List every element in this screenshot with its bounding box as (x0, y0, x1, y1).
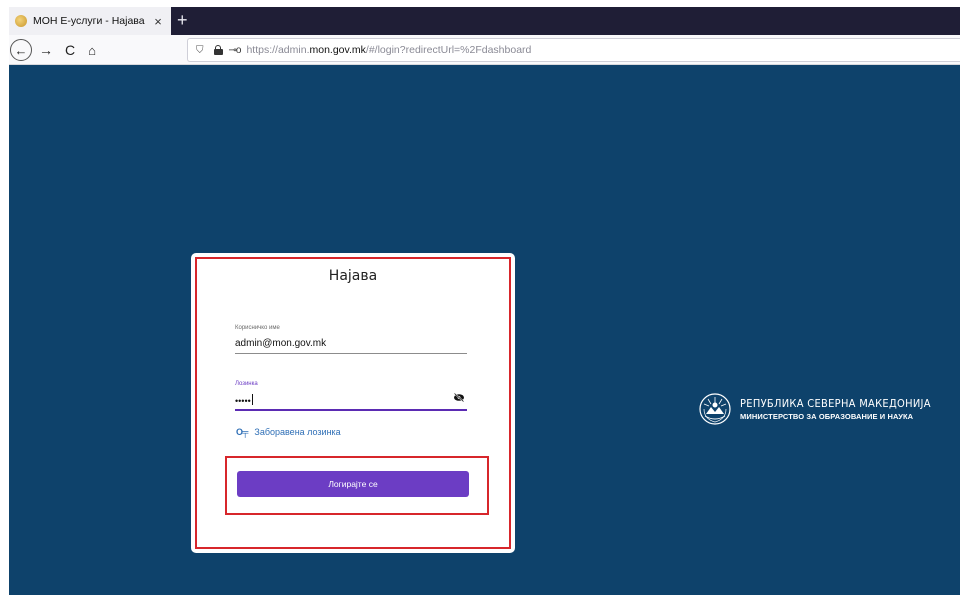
country-name: РЕПУБЛИКА СЕВЕРНА МАКЕДОНИЈА (740, 397, 931, 410)
browser-window: МОН Е-услуги - Најава × + ← → C ⌂ ⛉ ⊸o h… (9, 7, 960, 595)
username-underline (235, 353, 467, 354)
login-button[interactable]: Логирајте се (237, 471, 469, 497)
favicon-icon (15, 15, 27, 27)
page-content: Најава Корисничко име admin@mon.gov.mk Л… (9, 65, 960, 595)
browser-tab[interactable]: МОН Е-услуги - Најава × (9, 7, 171, 35)
password-field[interactable]: Лозинка ••••• (235, 381, 467, 411)
login-card: Најава Корисничко име admin@mon.gov.mk Л… (191, 253, 515, 553)
eye-slash-icon[interactable] (453, 393, 465, 402)
tab-bar: МОН Е-услуги - Најава × + (9, 7, 960, 35)
tab-title: МОН Е-услуги - Најава (33, 15, 145, 27)
ministry-name: МИНИСТЕРСТВО ЗА ОБРАЗОВАНИЕ И НАУКА (740, 412, 914, 421)
username-label: Корисничко име (235, 325, 280, 331)
key-icon: O╤ (236, 427, 248, 437)
login-title: Најава (328, 268, 378, 284)
username-input[interactable]: admin@mon.gov.mk (235, 338, 467, 351)
address-bar[interactable]: ⛉ ⊸o https://admin.mon.gov.mk/#/login?re… (187, 38, 960, 62)
forgot-password-text: Заборавена лозинка (254, 427, 341, 437)
coat-of-arms-icon (699, 393, 731, 425)
url-text: https://admin.mon.gov.mk/#/login?redirec… (246, 44, 532, 56)
username-field[interactable]: Корисничко име admin@mon.gov.mk (235, 325, 467, 354)
forward-arrow-icon[interactable]: → (37, 39, 55, 61)
text-caret (251, 394, 253, 405)
reload-icon[interactable]: C (61, 39, 79, 61)
new-tab-icon[interactable]: + (177, 10, 188, 30)
home-icon[interactable]: ⌂ (83, 39, 101, 61)
back-arrow-icon[interactable]: ← (10, 39, 32, 61)
navigation-toolbar: ← → C ⌂ ⛉ ⊸o https://admin.mon.gov.mk/#/… (9, 35, 960, 65)
password-input[interactable]: ••••• (235, 394, 467, 407)
password-label: Лозинка (235, 381, 258, 387)
shield-icon[interactable]: ⛉ (196, 45, 204, 56)
ministry-brand: РЕПУБЛИКА СЕВЕРНА МАКЕДОНИЈА МИНИСТЕРСТВ… (698, 392, 931, 426)
lock-icon[interactable] (213, 45, 223, 55)
password-underline (235, 409, 467, 411)
brand-text: РЕПУБЛИКА СЕВЕРНА МАКЕДОНИЈА МИНИСТЕРСТВ… (740, 397, 931, 421)
key-icon[interactable]: ⊸o (229, 45, 242, 56)
tab-close-icon[interactable]: × (149, 14, 167, 29)
forgot-password-link[interactable]: O╤ Заборавена лозинка (236, 427, 341, 437)
